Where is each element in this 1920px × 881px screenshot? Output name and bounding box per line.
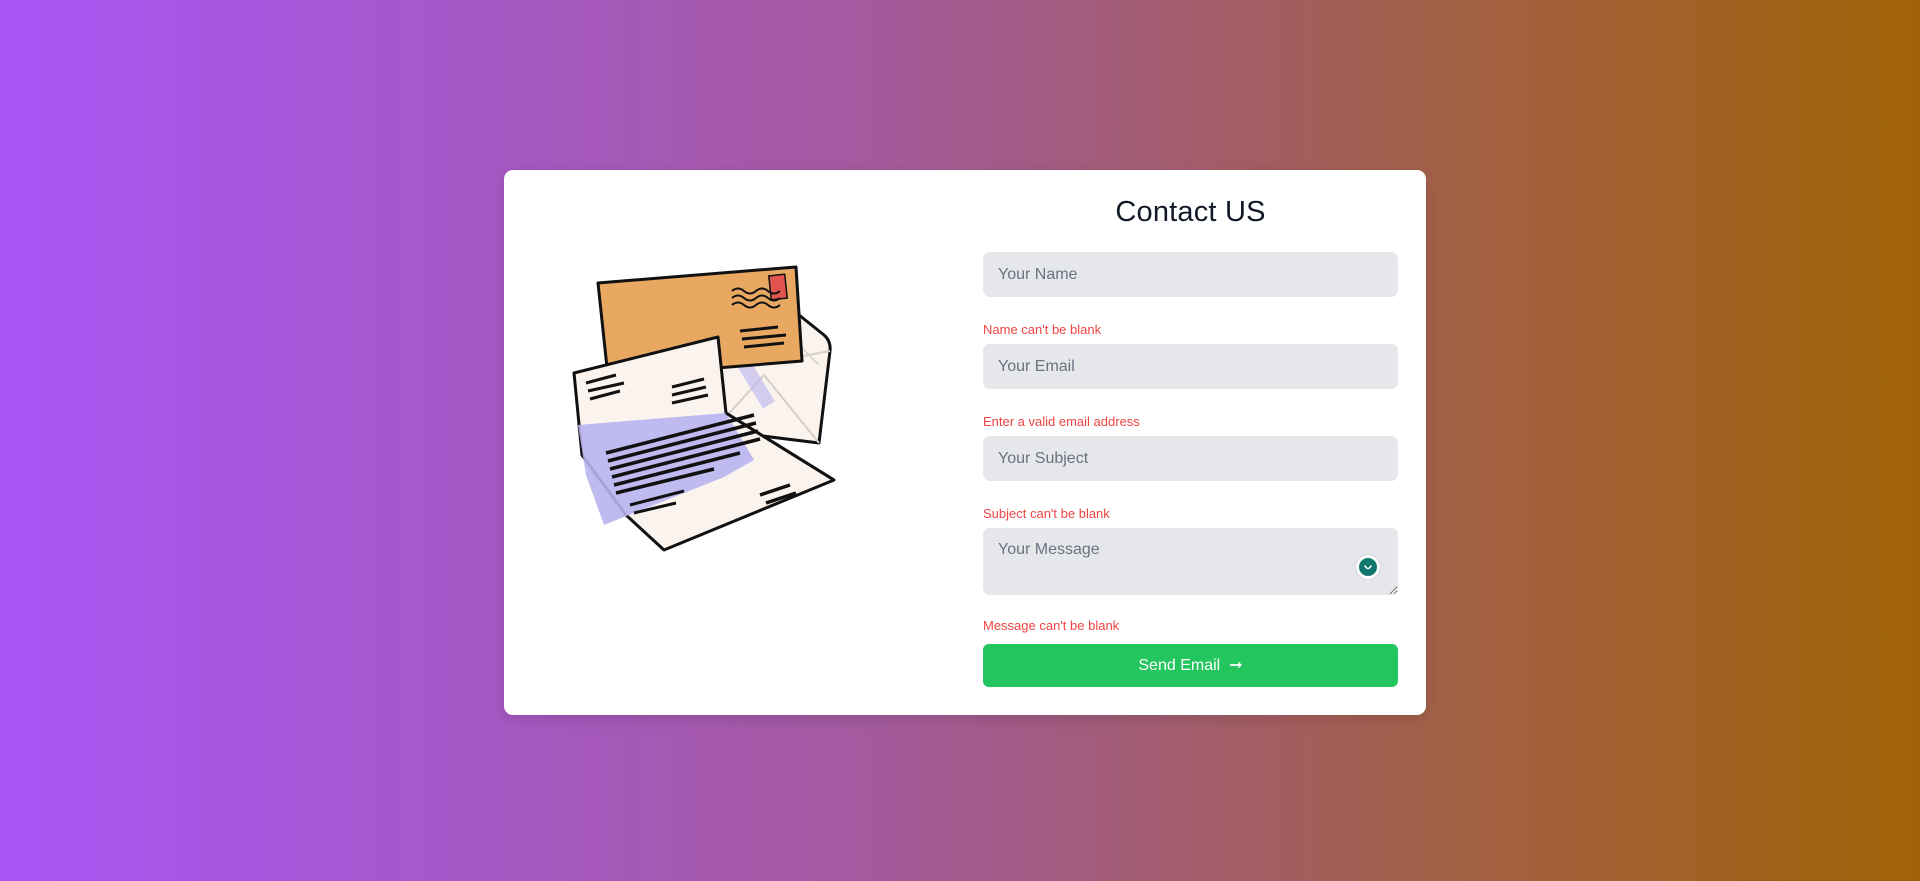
name-input[interactable] [983,252,1398,297]
form-title: Contact US [1115,196,1266,228]
grammar-assistant-icon[interactable] [1356,555,1380,579]
email-error: Enter a valid email address [983,414,1140,429]
name-error: Name can't be blank [983,322,1102,337]
envelopes-illustration [572,265,836,552]
message-textarea[interactable] [983,528,1398,595]
arrow-right-icon: ➞ [1229,656,1243,674]
subject-error: Subject can't be blank [983,506,1110,521]
subject-input[interactable] [983,436,1398,481]
email-input[interactable] [983,344,1398,389]
send-email-label: Send Email [1138,656,1221,674]
send-email-button[interactable]: Send Email ➞ [983,644,1398,687]
smile-icon [1364,565,1372,570]
contact-card: Contact US Name can't be blank Enter a v… [504,170,1426,715]
grammar-assistant-inner [1359,558,1377,576]
message-error: Message can't be blank [983,618,1120,633]
